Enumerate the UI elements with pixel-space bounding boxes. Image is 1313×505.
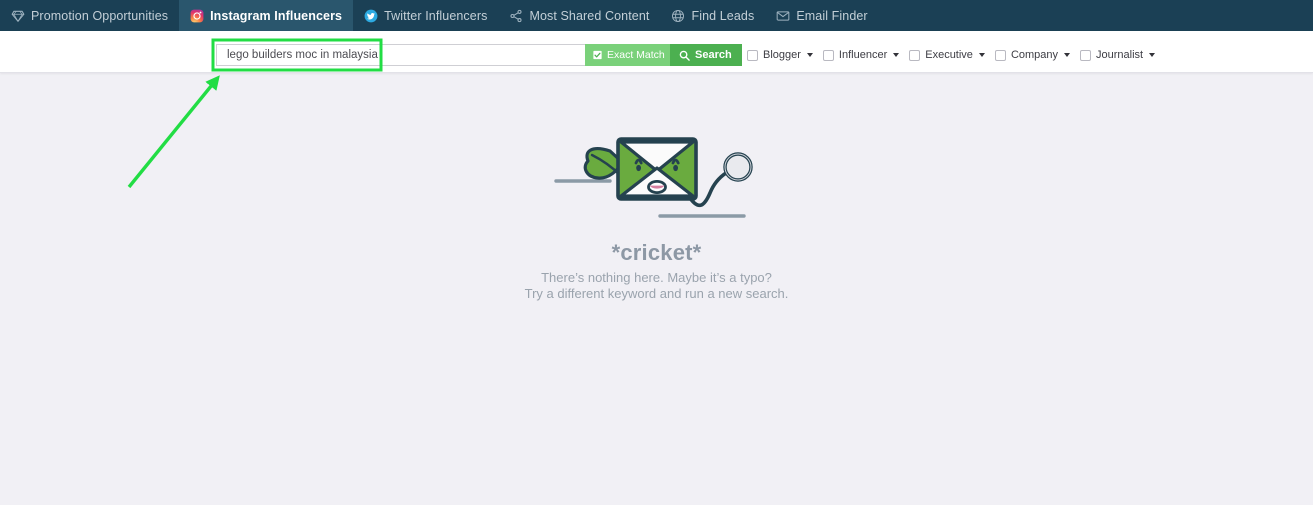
- nav-item-label: Email Finder: [796, 8, 868, 23]
- filter-label: Executive: [925, 49, 973, 61]
- twitter-icon: [364, 9, 378, 23]
- nav-item-email-finder[interactable]: Email Finder: [765, 0, 878, 31]
- empty-state-line-1: There’s nothing here. Maybe it’s a typo?: [541, 270, 772, 285]
- checkbox-icon[interactable]: [822, 49, 834, 61]
- instagram-icon: [190, 9, 204, 23]
- chevron-down-icon[interactable]: [1149, 53, 1156, 57]
- exact-match-toggle[interactable]: Exact Match: [585, 44, 674, 66]
- nav-item-label: Instagram Influencers: [210, 8, 343, 23]
- page-root: Promotion Opportunities Instagram Influe…: [0, 0, 1313, 505]
- search-icon: [679, 50, 690, 61]
- search-input[interactable]: [216, 44, 585, 66]
- nav-item-label: Promotion Opportunities: [31, 8, 169, 23]
- diamond-icon: [11, 9, 25, 23]
- sad-envelope-with-magnifier-icon: [552, 115, 762, 230]
- role-filter-group: Blogger Influencer Executive Company Jou…: [747, 45, 1156, 65]
- nav-item-label: Twitter Influencers: [384, 8, 488, 23]
- globe-icon: [671, 9, 685, 23]
- checkbox-icon[interactable]: [994, 49, 1006, 61]
- filter-label: Journalist: [1096, 49, 1144, 61]
- nav-item-most-shared-content[interactable]: Most Shared Content: [498, 0, 660, 31]
- nav-item-label: Most Shared Content: [529, 8, 650, 23]
- checkbox-icon[interactable]: [909, 49, 921, 61]
- checkbox-icon[interactable]: [1080, 49, 1092, 61]
- share-icon: [509, 9, 523, 23]
- top-navigation-bar: Promotion Opportunities Instagram Influe…: [0, 0, 1313, 31]
- filter-company[interactable]: Company: [994, 49, 1071, 61]
- nav-item-promotion-opportunities[interactable]: Promotion Opportunities: [0, 0, 179, 31]
- search-toolbar: Exact Match Search Blogger Influencer Ex…: [0, 31, 1313, 73]
- chevron-down-icon[interactable]: [893, 53, 900, 57]
- nav-item-label: Find Leads: [691, 8, 755, 23]
- nav-item-instagram-influencers[interactable]: Instagram Influencers: [179, 0, 354, 31]
- empty-state-title: *cricket*: [611, 240, 702, 265]
- filter-label: Influencer: [838, 49, 888, 61]
- chevron-down-icon[interactable]: [806, 53, 813, 57]
- envelope-icon: [776, 9, 790, 23]
- nav-item-find-leads[interactable]: Find Leads: [660, 0, 765, 31]
- chevron-down-icon[interactable]: [978, 53, 985, 57]
- filter-journalist[interactable]: Journalist: [1080, 49, 1156, 61]
- filter-label: Blogger: [763, 49, 801, 61]
- empty-state-line-2: Try a different keyword and run a new se…: [524, 286, 789, 301]
- exact-match-label: Exact Match: [607, 49, 665, 61]
- search-button[interactable]: Search: [670, 44, 742, 66]
- search-button-label: Search: [695, 49, 732, 61]
- filter-executive[interactable]: Executive: [909, 49, 985, 61]
- chevron-down-icon[interactable]: [1064, 53, 1071, 57]
- filter-influencer[interactable]: Influencer: [822, 49, 900, 61]
- filter-blogger[interactable]: Blogger: [747, 49, 813, 61]
- empty-results-panel: *cricket* There’s nothing here. Maybe it…: [0, 73, 1313, 505]
- check-icon: [593, 50, 602, 60]
- nav-item-twitter-influencers[interactable]: Twitter Influencers: [353, 0, 498, 31]
- filter-label: Company: [1010, 49, 1059, 61]
- checkbox-icon[interactable]: [747, 49, 758, 61]
